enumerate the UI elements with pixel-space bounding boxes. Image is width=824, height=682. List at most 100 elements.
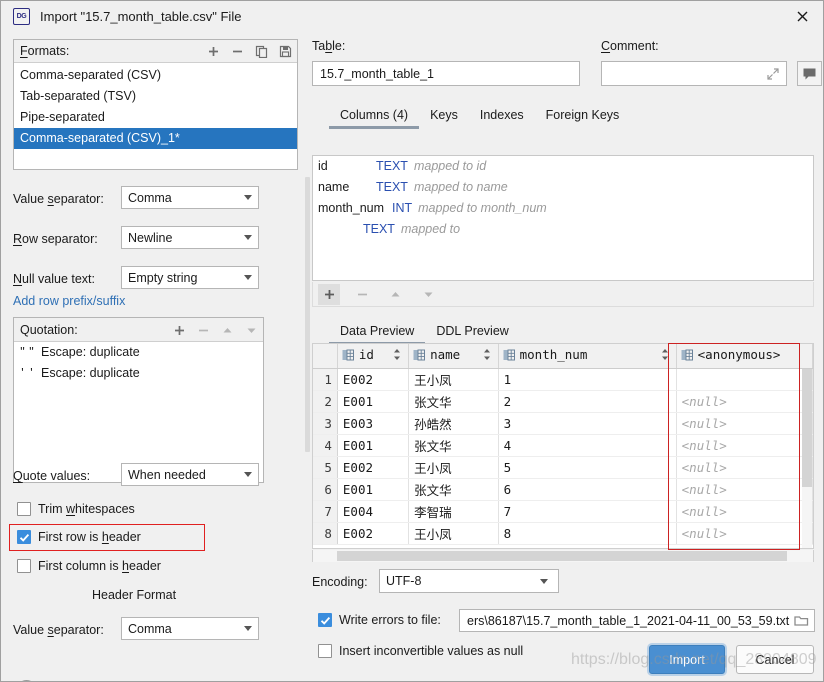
- cell-id[interactable]: E002: [337, 522, 410, 545]
- cell-month-num[interactable]: 1: [498, 368, 677, 391]
- panel-splitter[interactable]: [304, 32, 311, 681]
- grid-vertical-scrollbar-thumb[interactable]: [802, 369, 812, 487]
- column-header-anonymous[interactable]: <anonymous>: [676, 344, 813, 369]
- table-row[interactable]: 4 E001 张文华 4 <null>: [313, 434, 813, 457]
- import-button[interactable]: Import: [649, 645, 725, 674]
- cell-name[interactable]: 张文华: [408, 478, 499, 501]
- chevron-down-icon[interactable]: [533, 571, 554, 592]
- format-item-selected[interactable]: Comma-separated (CSV)_1*: [14, 128, 297, 149]
- folder-icon[interactable]: [794, 614, 809, 630]
- cell-anonymous[interactable]: <null>: [676, 412, 813, 435]
- tab-columns[interactable]: Columns (4): [329, 103, 420, 129]
- cell-id[interactable]: E004: [337, 500, 410, 523]
- encoding-select[interactable]: UTF-8: [379, 569, 559, 593]
- cell-id[interactable]: E002: [337, 368, 410, 391]
- tab-indexes[interactable]: Indexes: [469, 103, 535, 129]
- cell-id[interactable]: E003: [337, 412, 410, 435]
- table-row[interactable]: 3 E003 孙皓然 3 <null>: [313, 412, 813, 435]
- comment-icon[interactable]: [797, 61, 822, 86]
- add-row-prefix-suffix-link[interactable]: Add row prefix/suffix: [13, 294, 125, 308]
- sort-icon[interactable]: [661, 348, 669, 364]
- table-row[interactable]: 2 E001 张文华 2 <null>: [313, 390, 813, 413]
- cell-anonymous[interactable]: <null>: [676, 478, 813, 501]
- save-icon[interactable]: [278, 45, 292, 59]
- table-row[interactable]: 5 E002 王小凤 5 <null>: [313, 456, 813, 479]
- splitter-grip[interactable]: [305, 177, 310, 452]
- chevron-down-icon[interactable]: [237, 618, 258, 639]
- sort-icon[interactable]: [483, 348, 491, 364]
- cell-name[interactable]: 孙皓然: [408, 412, 499, 435]
- add-icon[interactable]: [318, 283, 340, 305]
- quotation-item[interactable]: ' ' Escape: duplicate: [14, 363, 263, 384]
- cell-month-num[interactable]: 7: [498, 500, 677, 523]
- cell-name[interactable]: 李智瑞: [408, 500, 499, 523]
- cell-month-num[interactable]: 5: [498, 456, 677, 479]
- table-row[interactable]: 7 E004 李智瑞 7 <null>: [313, 500, 813, 523]
- chevron-down-icon[interactable]: [237, 227, 258, 248]
- formats-list[interactable]: Comma-separated (CSV) Tab-separated (TSV…: [14, 63, 297, 149]
- chevron-down-icon[interactable]: [237, 187, 258, 208]
- cell-anonymous[interactable]: [676, 368, 813, 391]
- header-value-separator-select[interactable]: Comma: [121, 617, 259, 640]
- trim-whitespaces-checkbox[interactable]: [17, 502, 31, 516]
- cell-anonymous[interactable]: <null>: [676, 522, 813, 545]
- format-item[interactable]: Pipe-separated: [14, 107, 297, 128]
- cell-id[interactable]: E001: [337, 390, 410, 413]
- add-icon[interactable]: [173, 324, 186, 337]
- cell-anonymous[interactable]: <null>: [676, 500, 813, 523]
- quote-values-select[interactable]: When needed: [121, 463, 259, 486]
- cell-month-num[interactable]: 4: [498, 434, 677, 457]
- null-value-text-select[interactable]: Empty string: [121, 266, 259, 289]
- table-row[interactable]: 1 E002 王小凤 1: [313, 368, 813, 391]
- cell-month-num[interactable]: 2: [498, 390, 677, 413]
- chevron-down-icon[interactable]: [237, 267, 258, 288]
- cell-anonymous[interactable]: <null>: [676, 390, 813, 413]
- insert-inconvertible-row[interactable]: Insert inconvertible values as null: [318, 644, 523, 658]
- cell-month-num[interactable]: 6: [498, 478, 677, 501]
- write-errors-checkbox[interactable]: [318, 613, 332, 627]
- cell-id[interactable]: E002: [337, 456, 410, 479]
- remove-icon[interactable]: [230, 45, 244, 59]
- add-icon[interactable]: [206, 45, 220, 59]
- move-up-icon[interactable]: [384, 284, 406, 305]
- write-errors-path-input[interactable]: ers\86187\15.7_month_table_1_2021-04-11_…: [459, 609, 815, 632]
- sort-icon[interactable]: [393, 348, 401, 364]
- cell-id[interactable]: E001: [337, 478, 410, 501]
- tab-foreign-keys[interactable]: Foreign Keys: [535, 103, 631, 129]
- data-preview-grid[interactable]: id name month_num <anonymous> 1 E002 王小凤…: [312, 343, 814, 549]
- close-icon[interactable]: [780, 1, 823, 32]
- cell-month-num[interactable]: 3: [498, 412, 677, 435]
- column-header-name[interactable]: name: [408, 344, 499, 369]
- table-row[interactable]: 8 E002 王小凤 8 <null>: [313, 522, 813, 545]
- column-row[interactable]: id TEXT mapped to id: [313, 156, 813, 177]
- cell-anonymous[interactable]: <null>: [676, 434, 813, 457]
- move-down-icon[interactable]: [417, 284, 439, 305]
- cell-name[interactable]: 王小凤: [408, 368, 499, 391]
- cell-name[interactable]: 张文华: [408, 434, 499, 457]
- remove-icon[interactable]: [197, 324, 210, 337]
- column-row[interactable]: TEXT mapped to: [313, 219, 813, 240]
- grid-horizontal-scrollbar-thumb[interactable]: [337, 551, 787, 561]
- column-header-month-num[interactable]: month_num: [498, 344, 677, 369]
- quotation-list[interactable]: " " Escape: duplicate ' ' Escape: duplicate: [14, 342, 263, 384]
- move-up-icon[interactable]: [221, 324, 234, 337]
- cell-name[interactable]: 王小凤: [408, 522, 499, 545]
- comment-input[interactable]: [601, 61, 787, 86]
- tab-data-preview[interactable]: Data Preview: [329, 319, 426, 345]
- first-column-is-header-checkbox[interactable]: [17, 559, 31, 573]
- column-row[interactable]: month_num INT mapped to month_num: [313, 198, 813, 219]
- quotation-item[interactable]: " " Escape: duplicate: [14, 342, 263, 363]
- trim-whitespaces-row[interactable]: Trim whitespaces: [17, 502, 135, 516]
- column-row[interactable]: name TEXT mapped to name: [313, 177, 813, 198]
- first-row-is-header-checkbox[interactable]: [17, 530, 31, 544]
- cell-anonymous[interactable]: <null>: [676, 456, 813, 479]
- move-down-icon[interactable]: [245, 324, 258, 337]
- table-name-input[interactable]: 15.7_month_table_1: [312, 61, 580, 86]
- cell-month-num[interactable]: 8: [498, 522, 677, 545]
- column-header-id[interactable]: id: [337, 344, 410, 369]
- duplicate-icon[interactable]: [254, 45, 268, 59]
- cancel-button[interactable]: Cancel: [736, 645, 814, 674]
- table-row[interactable]: 6 E001 张文华 6 <null>: [313, 478, 813, 501]
- cell-name[interactable]: 王小凤: [408, 456, 499, 479]
- tab-ddl-preview[interactable]: DDL Preview: [425, 319, 519, 345]
